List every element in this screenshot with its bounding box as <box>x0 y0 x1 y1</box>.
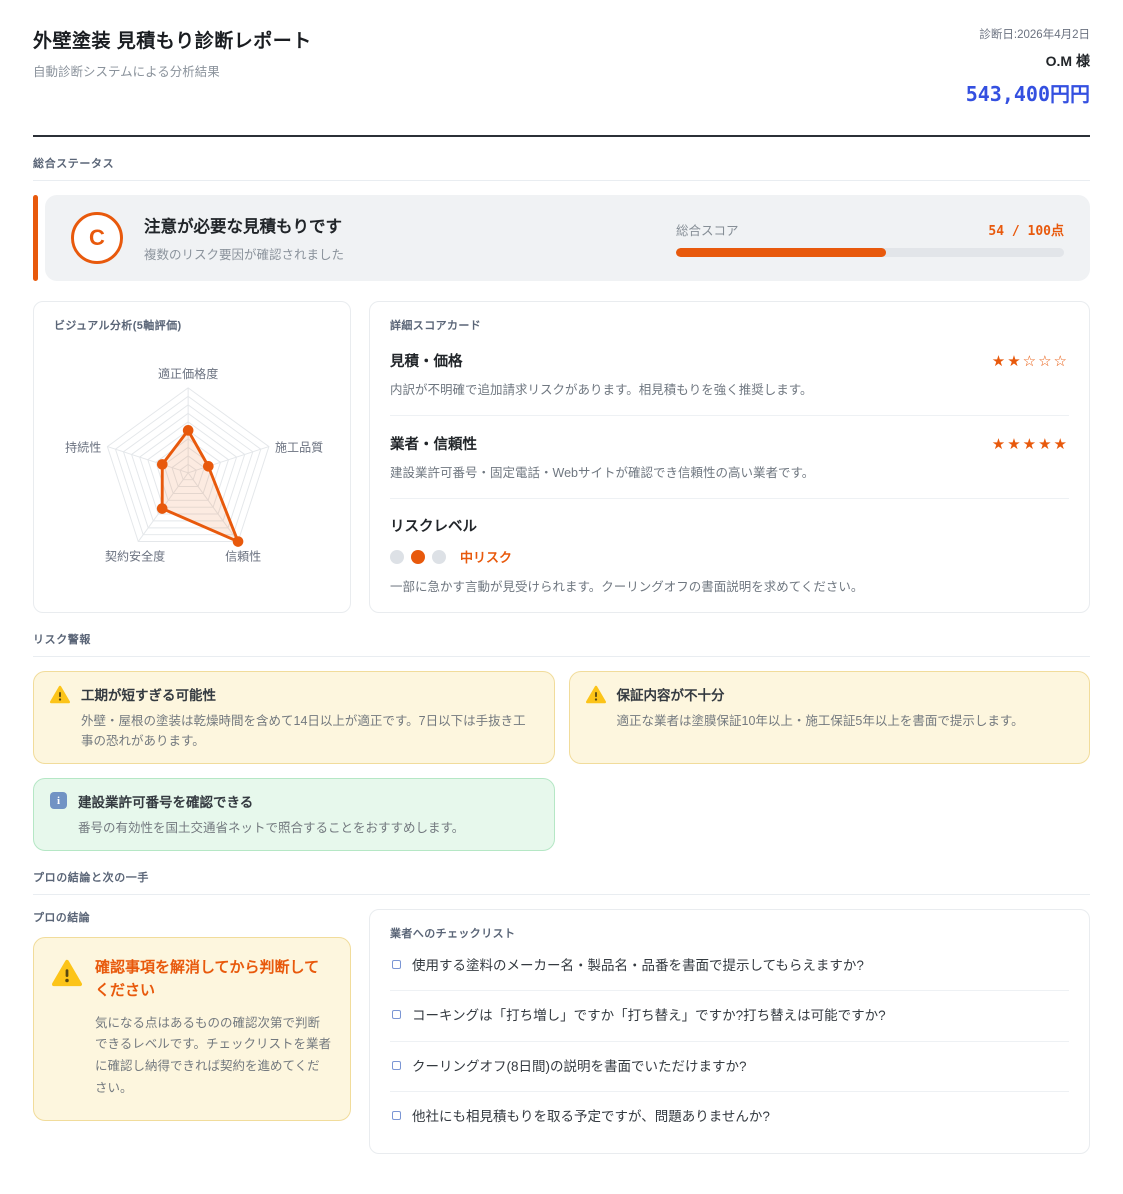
checklist-checkbox[interactable] <box>392 1111 401 1120</box>
price-amount: 543,400 <box>966 82 1050 106</box>
report-header: 外壁塗装 見積もり診断レポート 自動診断システムによる分析結果 診断日:2026… <box>33 26 1090 137</box>
section-label-status: 総合ステータス <box>33 155 1090 171</box>
conclusion-row: プロの結論 確認事項を解消してから判断してください 気になる点はあるものの確認次… <box>33 909 1090 1154</box>
warning-triangle-icon <box>50 685 70 704</box>
status-card-row: C 注意が必要な見積もりです 複数のリスク要因が確認されました 総合スコア 54… <box>33 195 1090 281</box>
risk-level-desc: 一部に急かす言動が見受けられます。クーリングオフの書面説明を求めてください。 <box>390 577 1069 597</box>
risk-dot-mid <box>411 550 425 564</box>
warning-triangle-icon <box>586 685 606 704</box>
score-item-title: 見積・価格 <box>390 350 463 371</box>
score-item-desc: 内訳が不明確で追加請求リスクがあります。相見積もりを強く推奨します。 <box>390 380 1069 400</box>
page-title: 外壁塗装 見積もり診断レポート <box>33 26 312 53</box>
status-accent-bar <box>33 195 38 281</box>
radar-card: ビジュアル分析(5軸評価) 適正価格度施工品質信頼性 契約安全度 持続性 <box>33 301 351 613</box>
risk-dot-low <box>390 550 404 564</box>
risk-dot-high <box>432 550 446 564</box>
score-item-desc: 建設業許可番号・固定電話・Webサイトが確認でき信頼性の高い業者です。 <box>390 463 1069 483</box>
detail-card-label: 詳細スコアカード <box>390 317 1069 333</box>
status-title: 注意が必要な見積もりです <box>144 213 344 237</box>
checklist-item: クーリングオフ(8日間)の説明を書面でいただけますか? <box>390 1042 1069 1092</box>
score-block: 総合スコア 54 / 100点 <box>676 220 1064 257</box>
score-progress-fill <box>676 248 886 257</box>
info-body: 建設業許可番号を確認できる 番号の有効性を国土交通省ネットで照合することをおすす… <box>78 791 464 838</box>
info-desc: 番号の有効性を国土交通省ネットで照合することをおすすめします。 <box>78 818 464 838</box>
radar-card-label: ビジュアル分析(5軸評価) <box>54 317 330 333</box>
score-progress-track <box>676 248 1064 257</box>
status-text: 注意が必要な見積もりです 複数のリスク要因が確認されました <box>144 213 344 263</box>
radar-chart: 適正価格度施工品質信頼性 契約安全度 持続性 <box>54 343 330 593</box>
svg-text:契約安全度: 契約安全度 <box>105 549 165 564</box>
warning-card-warranty: 保証内容が不十分 適正な業者は塗膜保証10年以上・施工保証5年以上を書面で提示し… <box>569 671 1091 764</box>
score-value: 54 / 100点 <box>988 220 1064 239</box>
estimate-price: 543,400円円 <box>966 78 1090 107</box>
status-subtitle: 複数のリスク要因が確認されました <box>144 244 344 263</box>
section-label-alerts: リスク警報 <box>33 631 1090 647</box>
page-subtitle: 自動診断システムによる分析結果 <box>33 61 312 80</box>
score-item-price: 見積・価格 ★★☆☆☆ 内訳が不明確で追加請求リスクがあります。相見積もりを強く… <box>390 333 1069 416</box>
score-item-vendor: 業者・信頼性 ★★★★★ 建設業許可番号・固定電話・Webサイトが確認でき信頼性… <box>390 416 1069 499</box>
section-divider <box>33 180 1090 181</box>
detail-score-card: 詳細スコアカード 見積・価格 ★★☆☆☆ 内訳が不明確で追加請求リスクがあります… <box>369 301 1090 613</box>
score-item-head: 業者・信頼性 ★★★★★ <box>390 433 1069 454</box>
grade-badge: C <box>71 212 123 264</box>
svg-text:施工品質: 施工品質 <box>275 440 323 455</box>
report-page: 外壁塗装 見積もり診断レポート 自動診断システムによる分析結果 診断日:2026… <box>0 0 1123 1194</box>
checklist-text: 他社にも相見積もりを取る予定ですが、問題ありませんか? <box>412 1107 770 1127</box>
warning-body: 工期が短すぎる可能性 外壁・屋根の塗装は乾燥時間を含めて14日以上が適正です。7… <box>81 684 538 751</box>
checklist-text: クーリングオフ(8日間)の説明を書面でいただけますか? <box>412 1057 747 1077</box>
svg-text:持続性: 持続性 <box>65 440 101 455</box>
analysis-cards-row: ビジュアル分析(5軸評価) 適正価格度施工品質信頼性 契約安全度 持続性 詳細スコア… <box>33 301 1090 613</box>
score-item-title: 業者・信頼性 <box>390 433 477 454</box>
info-card-license: i 建設業許可番号を確認できる 番号の有効性を国土交通省ネットで照合することをお… <box>33 778 555 851</box>
warning-title: 工期が短すぎる可能性 <box>81 684 538 704</box>
conclusion-label: プロの結論 <box>33 909 351 925</box>
radar-chart-wrap: 適正価格度施工品質信頼性 契約安全度 持続性 <box>54 343 330 593</box>
customer-name: O.M 様 <box>966 51 1090 71</box>
warning-triangle-icon <box>52 959 82 987</box>
conclusion-column: プロの結論 確認事項を解消してから判断してください 気になる点はあるものの確認次… <box>33 909 351 1121</box>
diagnosis-date: 診断日:2026年4月2日 <box>966 26 1090 42</box>
checklist-item: コーキングは「打ち増し」ですか「打ち替え」ですか?打ち替えは可能ですか? <box>390 991 1069 1041</box>
info-icon: i <box>50 792 67 809</box>
section-divider <box>33 894 1090 895</box>
checklist-item: 使用する塗料のメーカー名・製品名・品番を書面で提示してもらえますか? <box>390 941 1069 991</box>
checklist-checkbox[interactable] <box>392 1061 401 1070</box>
risk-level-block: リスクレベル 中リスク 一部に急かす言動が見受けられます。クーリングオフの書面説… <box>390 499 1069 597</box>
conclusion-title: 確認事項を解消してから判断してください <box>95 956 332 1003</box>
svg-text:適正価格度: 適正価格度 <box>158 366 218 381</box>
price-unit: 円円 <box>1050 84 1090 106</box>
warning-body: 保証内容が不十分 適正な業者は塗膜保証10年以上・施工保証5年以上を書面で提示し… <box>617 684 1024 731</box>
risk-level-value: 中リスク <box>460 547 512 566</box>
conclusion-body: 確認事項を解消してから判断してください 気になる点はあるものの確認次第で判断でき… <box>95 956 332 1100</box>
star-rating: ★★☆☆☆ <box>992 352 1069 370</box>
checklist-text: 使用する塗料のメーカー名・製品名・品番を書面で提示してもらえますか? <box>412 956 864 976</box>
conclusion-card: 確認事項を解消してから判断してください 気になる点はあるものの確認次第で判断でき… <box>33 937 351 1121</box>
header-left: 外壁塗装 見積もり診断レポート 自動診断システムによる分析結果 <box>33 26 312 80</box>
score-item-head: 見積・価格 ★★☆☆☆ <box>390 350 1069 371</box>
alert-grid: 工期が短すぎる可能性 外壁・屋根の塗装は乾燥時間を含めて14日以上が適正です。7… <box>33 671 1090 851</box>
risk-dots: 中リスク <box>390 547 1069 566</box>
checklist-checkbox[interactable] <box>392 960 401 969</box>
score-label: 総合スコア <box>676 220 739 239</box>
checklist-label: 業者へのチェックリスト <box>390 925 1069 941</box>
warning-card-schedule: 工期が短すぎる可能性 外壁・屋根の塗装は乾燥時間を含めて14日以上が適正です。7… <box>33 671 555 764</box>
checklist-checkbox[interactable] <box>392 1010 401 1019</box>
svg-text:信頼性: 信頼性 <box>225 550 261 564</box>
risk-level-title: リスクレベル <box>390 515 1069 536</box>
checklist-card: 業者へのチェックリスト 使用する塗料のメーカー名・製品名・品番を書面で提示しても… <box>369 909 1090 1154</box>
star-rating: ★★★★★ <box>992 435 1069 453</box>
warning-desc: 適正な業者は塗膜保証10年以上・施工保証5年以上を書面で提示します。 <box>617 711 1024 731</box>
warning-desc: 外壁・屋根の塗装は乾燥時間を含めて14日以上が適正です。7日以下は手抜き工事の恐… <box>81 711 538 751</box>
conclusion-desc: 気になる点はあるものの確認次第で判断できるレベルです。チェックリストを業者に確認… <box>95 1013 332 1101</box>
section-label-conclusion: プロの結論と次の一手 <box>33 869 1090 885</box>
checklist-text: コーキングは「打ち増し」ですか「打ち替え」ですか?打ち替えは可能ですか? <box>412 1006 886 1026</box>
header-right: 診断日:2026年4月2日 O.M 様 543,400円円 <box>966 26 1090 107</box>
checklist-item: 他社にも相見積もりを取る予定ですが、問題ありませんか? <box>390 1092 1069 1141</box>
score-line: 総合スコア 54 / 100点 <box>676 220 1064 239</box>
section-divider <box>33 656 1090 657</box>
info-title: 建設業許可番号を確認できる <box>78 791 464 811</box>
warning-title: 保証内容が不十分 <box>617 684 1024 704</box>
status-card: C 注意が必要な見積もりです 複数のリスク要因が確認されました 総合スコア 54… <box>45 195 1090 281</box>
